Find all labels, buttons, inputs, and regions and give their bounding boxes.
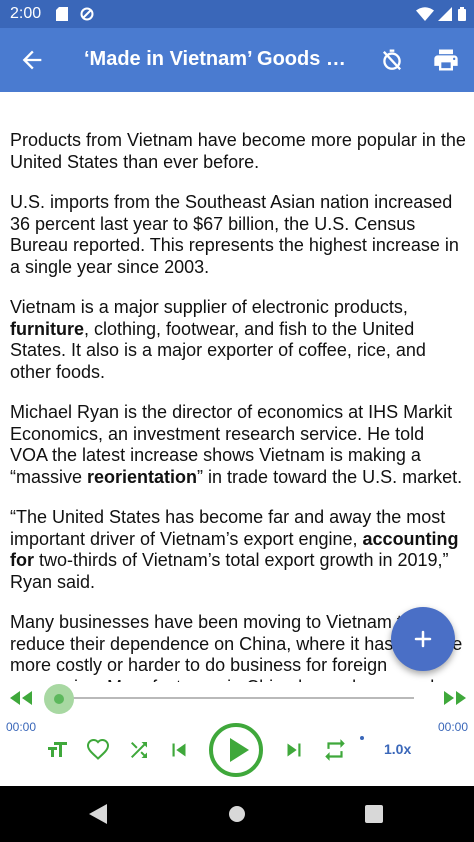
paragraph-text: ” in trade toward the U.S. market. <box>197 466 463 487</box>
battery-icon <box>458 7 466 21</box>
paragraph-text: Products from Vietnam have become more p… <box>10 130 466 172</box>
add-fab[interactable] <box>391 607 455 671</box>
status-bar: 2:00 <box>0 0 474 28</box>
seek-bar[interactable] <box>58 697 414 699</box>
arrow-back-icon[interactable] <box>18 46 46 74</box>
vocabulary-word[interactable]: furniture <box>10 319 84 339</box>
heart-icon[interactable] <box>86 738 110 767</box>
elapsed-time: 00:00 <box>6 720 37 734</box>
wifi-icon <box>416 7 434 21</box>
data-saver-icon <box>80 7 94 21</box>
skip-previous-icon[interactable] <box>166 737 192 768</box>
nav-home-icon[interactable] <box>228 805 246 828</box>
article-paragraph: U.S. imports from the Southeast Asian na… <box>10 192 466 278</box>
nav-recents-icon[interactable] <box>365 805 383 828</box>
repeat-icon[interactable] <box>322 737 348 768</box>
article-paragraph: Michael Ryan is the director of economic… <box>10 402 466 488</box>
print-icon[interactable] <box>432 46 460 74</box>
audio-player: 00:00 00:00 1.0x <box>0 682 474 786</box>
playback-speed-button[interactable]: 1.0x <box>384 741 411 757</box>
sd-card-icon <box>56 7 70 21</box>
page-title: ‘Made in Vietnam’ Goods Grow in US <box>84 48 352 70</box>
paragraph-text: U.S. imports from the Southeast Asian na… <box>10 192 459 277</box>
paragraph-text: Vietnam is a major supplier of electroni… <box>10 297 408 317</box>
shuffle-icon[interactable] <box>127 738 151 767</box>
app-bar: ‘Made in Vietnam’ Goods Grow in US <box>0 28 474 92</box>
play-button[interactable] <box>208 722 264 783</box>
rewind-icon[interactable] <box>8 688 34 713</box>
duration-time: 00:00 <box>438 720 469 734</box>
add-icon <box>414 630 432 648</box>
article-paragraph: “The United States has become far and aw… <box>10 507 466 593</box>
seek-handle[interactable] <box>44 684 74 714</box>
skip-next-icon[interactable] <box>281 737 307 768</box>
status-time: 2:00 <box>10 5 42 22</box>
system-nav-bar <box>0 786 474 842</box>
nav-back-icon[interactable] <box>89 804 107 829</box>
fast-forward-icon[interactable] <box>442 688 468 713</box>
repeat-indicator <box>360 736 364 740</box>
article-body: Products from Vietnam have become more p… <box>10 130 466 682</box>
paragraph-text: two-thirds of Vietnam’s total export gro… <box>10 550 449 592</box>
vocabulary-word[interactable]: reorientation <box>87 467 197 487</box>
article-paragraph: Vietnam is a major supplier of electroni… <box>10 297 466 383</box>
play-icon <box>230 738 249 762</box>
article-paragraph: Products from Vietnam have become more p… <box>10 130 466 173</box>
signal-icon <box>438 7 452 21</box>
text-size-icon[interactable] <box>45 738 69 767</box>
timer-off-icon[interactable] <box>378 46 406 74</box>
